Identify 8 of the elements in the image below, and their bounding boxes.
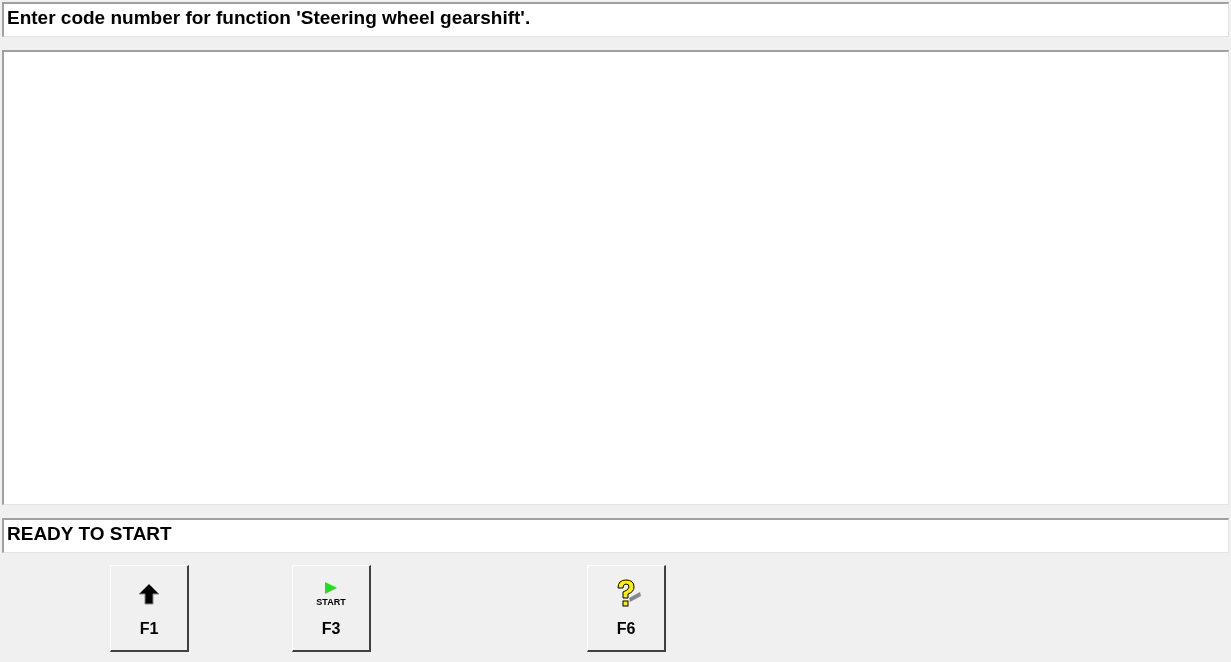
function-key-button[interactable]: START F3 xyxy=(292,565,371,652)
play-icon xyxy=(324,581,338,595)
status-bar: READY TO START xyxy=(2,518,1229,553)
function-key-button[interactable]: F1 xyxy=(110,565,189,652)
prompt-bar: Enter code number for function 'Steering wheel gearshift'. xyxy=(2,2,1229,37)
arrow-up-icon xyxy=(137,582,161,606)
function-key-button[interactable]: F6 xyxy=(587,565,666,652)
start-caption: START xyxy=(316,597,346,607)
